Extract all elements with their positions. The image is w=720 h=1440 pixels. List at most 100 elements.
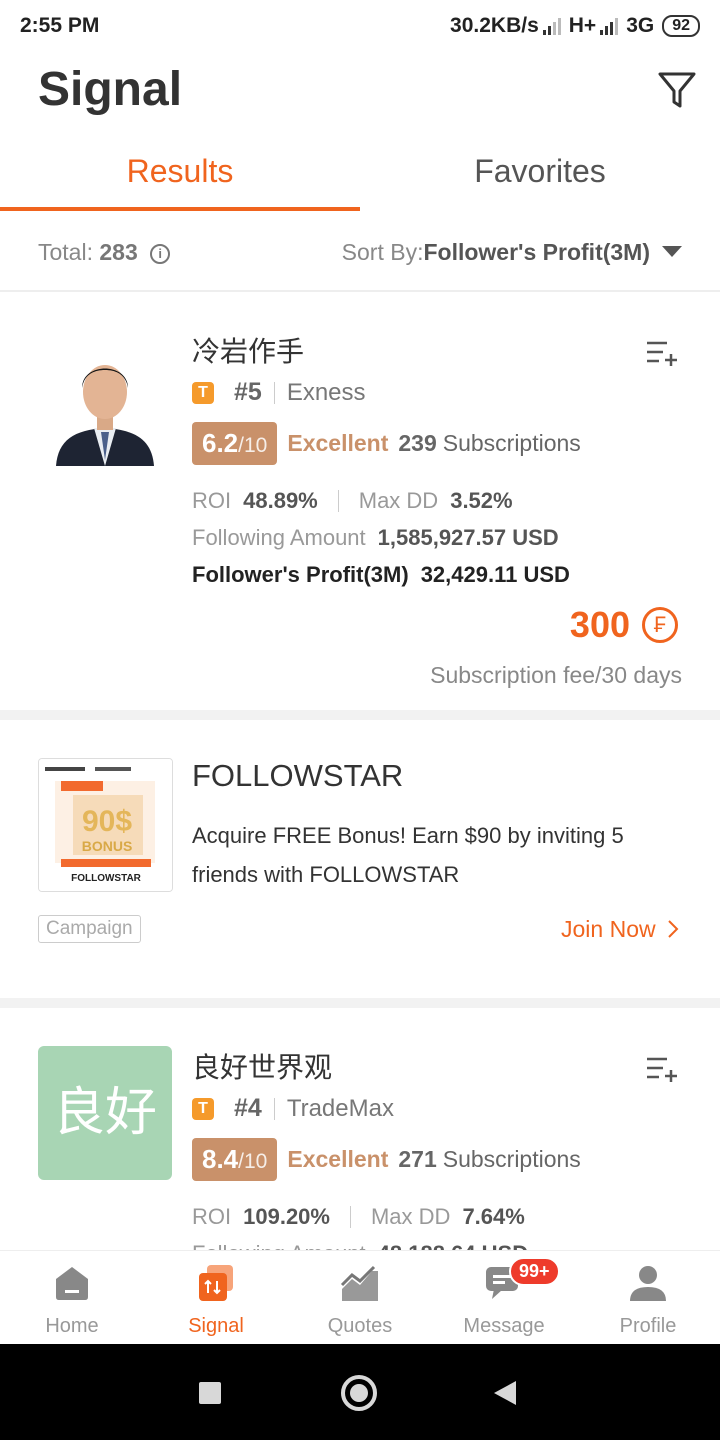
sort-value: Follower's Profit(3M) [423, 238, 650, 265]
separator [273, 381, 275, 404]
campaign-description: Acquire FREE Bonus! Earn $90 by inviting… [192, 823, 624, 887]
subscriptions-count: 271 [398, 1146, 437, 1172]
stats-row: ROI 48.89% Max DD 3.52% [192, 488, 513, 514]
profile-icon [630, 1266, 666, 1301]
message-badge: 99+ [509, 1257, 560, 1286]
roi-label: ROI [192, 488, 232, 513]
score-badge: 8.4/10 [192, 1138, 278, 1181]
total-count: Total: 283 i [38, 238, 171, 266]
broker: Exness [286, 378, 366, 406]
score-row: 6.2/10 Excellent 239 Subscriptions [192, 422, 581, 465]
system-nav-bar [0, 1344, 720, 1440]
campaign-card[interactable]: 90$ BONUS FOLLOWSTAR FOLLOWSTAR Acquire … [0, 720, 720, 998]
battery-icon: 92 [662, 15, 700, 37]
active-tab-indicator [0, 207, 360, 211]
info-icon[interactable]: i [150, 243, 171, 264]
maxdd-label: Max DD [370, 1204, 451, 1229]
signal-card[interactable]: 冷岩作手 T #5 Exness 6.2/10 Excellent 239 Sub… [0, 292, 720, 710]
nav-message-label: Message [463, 1315, 545, 1337]
nav-signal[interactable]: Signal [144, 1251, 288, 1344]
nav-profile-label: Profile [619, 1315, 677, 1337]
playlist-add-icon [647, 1057, 677, 1082]
signal-card[interactable]: 良好 良好世界观 T #4 TradeMax 8.4/10 Excellent … [0, 1008, 720, 1250]
score-value: 8.4 [202, 1144, 239, 1174]
roi-value: 48.89% [243, 488, 318, 513]
grade: Excellent [287, 430, 389, 456]
sort-label: Sort By: [341, 238, 424, 265]
rank-row: T #5 Exness [192, 378, 366, 407]
quotes-icon [340, 1265, 378, 1301]
brand-text: FOLLOWSTAR [71, 873, 142, 884]
profit-label: Follower's Profit(3M) [192, 562, 409, 587]
add-to-list-button[interactable] [645, 1054, 679, 1084]
maxdd-label: Max DD [358, 488, 439, 513]
home-button-icon[interactable] [341, 1375, 377, 1411]
filter-button[interactable] [655, 68, 699, 112]
signal-name[interactable]: 良好世界观 [192, 1046, 332, 1086]
rank-row: T #4 TradeMax [192, 1094, 394, 1123]
results-summary: Total: 283 i Sort By:Follower's Profit(3… [0, 222, 720, 282]
grade: Excellent [287, 1146, 389, 1172]
total-label: Total: [38, 238, 93, 265]
subscriptions-label: Subscriptions [442, 1146, 581, 1172]
total-value: 283 [99, 238, 138, 265]
nav-message[interactable]: 99+ Message [432, 1251, 576, 1344]
roi-value: 109.20% [243, 1204, 330, 1229]
score-max: /10 [238, 434, 268, 457]
fee-value: 300 [569, 604, 630, 645]
trader-badge: T [192, 381, 214, 404]
section-gap [0, 710, 720, 720]
section-gap [0, 998, 720, 1008]
avatar: 良好 [38, 1046, 172, 1180]
join-now-link[interactable]: Join Now [561, 916, 680, 943]
campaign-image[interactable]: 90$ BONUS FOLLOWSTAR [38, 758, 173, 892]
back-icon[interactable] [494, 1381, 516, 1405]
rank: #4 [234, 1094, 262, 1122]
tab-favorites[interactable]: Favorites [360, 140, 720, 212]
subscriptions: 239 Subscriptions [388, 430, 580, 457]
network-type-2: 3G [626, 14, 655, 37]
subscriptions-count: 239 [398, 430, 437, 456]
signal-strength-icon [542, 17, 561, 35]
nav-quotes-label: Quotes [327, 1315, 393, 1337]
tab-results[interactable]: Results [0, 140, 360, 212]
trader-badge: T [192, 1097, 214, 1120]
separator [349, 1206, 351, 1228]
home-icon [56, 1267, 88, 1300]
status-indicators: 30.2KB/s H+ 3G 92 [450, 14, 700, 38]
campaign-tag: Campaign [38, 915, 141, 943]
network-speed: 30.2KB/s [450, 14, 539, 37]
subscriptions: 271 Subscriptions [388, 1146, 580, 1173]
bottom-nav: Home Signal Quotes 99+ Message Profile [0, 1250, 720, 1344]
stats-row: ROI 109.20% Max DD 7.64% [192, 1204, 525, 1230]
nav-home-label: Home [45, 1315, 99, 1337]
maxdd-value: 3.52% [450, 488, 513, 513]
sort-dropdown[interactable]: Sort By:Follower's Profit(3M) [342, 239, 682, 266]
rank: #5 [234, 378, 262, 406]
following-label: Following Amount [192, 1241, 366, 1250]
following-value: 48,188.64 USD [378, 1241, 528, 1250]
add-to-list-button[interactable] [645, 338, 679, 368]
recent-apps-icon[interactable] [199, 1382, 221, 1404]
score-row: 8.4/10 Excellent 271 Subscriptions [192, 1138, 581, 1181]
following-label: Following Amount [192, 525, 366, 550]
following-amount-row: Following Amount 48,188.64 USD [192, 1241, 528, 1250]
following-value: 1,585,927.57 USD [377, 525, 559, 550]
nav-profile[interactable]: Profile [576, 1251, 720, 1344]
subscriptions-label: Subscriptions [442, 430, 581, 456]
nav-quotes[interactable]: Quotes [288, 1251, 432, 1344]
filter-icon [658, 72, 696, 108]
score-badge: 6.2/10 [192, 422, 278, 465]
network-type-1: H+ [568, 14, 597, 37]
broker: TradeMax [286, 1094, 394, 1122]
signal-strength-icon-2 [600, 17, 619, 35]
score-value: 6.2 [202, 428, 239, 458]
status-time: 2:55 PM [20, 14, 100, 37]
signal-name[interactable]: 冷岩作手 [192, 330, 304, 370]
join-now-label: Join Now [561, 916, 656, 942]
chevron-right-icon [668, 920, 679, 938]
nav-home[interactable]: Home [0, 1251, 144, 1344]
bonus-amount-text: 90$ [82, 805, 132, 838]
campaign-title: FOLLOWSTAR [192, 758, 404, 793]
status-bar: 2:55 PM 30.2KB/s H+ 3G 92 [0, 0, 720, 52]
